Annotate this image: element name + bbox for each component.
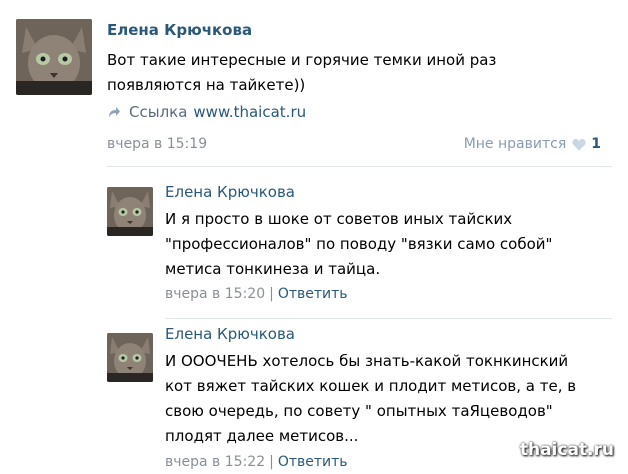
post-text-line: Вот такие интересные и горячие темки ино… bbox=[107, 51, 497, 69]
comment-author-avatar[interactable] bbox=[107, 187, 153, 236]
post-link-attachment[interactable]: Ссылка www.thaicat.ru bbox=[107, 103, 306, 121]
post-date[interactable]: вчера в 15:19 bbox=[107, 136, 207, 152]
reply-button[interactable]: Ответить bbox=[278, 454, 348, 470]
comment-text-line: метиса тонкинеза и тайца. bbox=[165, 260, 381, 278]
meta-separator: | bbox=[269, 454, 274, 470]
divider bbox=[107, 166, 612, 167]
comment-text-line: кот вяжет тайских кошек и плодит метисов… bbox=[165, 377, 577, 395]
comment-author-name[interactable]: Елена Крючкова bbox=[165, 325, 295, 343]
watermark: thaicat.ru bbox=[519, 440, 614, 460]
comment-author-name[interactable]: Елена Крючкова bbox=[165, 183, 295, 201]
heart-icon bbox=[572, 138, 586, 151]
comment-text-line: "профессионалов" по поводу "вязки само с… bbox=[165, 235, 553, 253]
share-arrow-icon bbox=[107, 105, 121, 119]
like-count: 1 bbox=[591, 136, 601, 152]
cat-avatar-image bbox=[107, 333, 153, 382]
comment-meta: вчера в 15:20 | Ответить bbox=[165, 286, 348, 302]
comment-text-line: И ОООЧЕНЬ хотелось бы знать-какой токнки… bbox=[165, 352, 569, 370]
comment-text-line: И я просто в шоке от советов иных тайски… bbox=[165, 210, 513, 228]
comment-text-line: свою очередь, по совету " опытных таЯцев… bbox=[165, 402, 553, 420]
link-url[interactable]: www.thaicat.ru bbox=[193, 103, 306, 121]
comment-date[interactable]: вчера в 15:22 bbox=[165, 454, 265, 470]
comment-text: И ОООЧЕНЬ хотелось бы знать-какой токнки… bbox=[165, 349, 576, 449]
cat-avatar-image bbox=[107, 187, 153, 236]
comment-text: И я просто в шоке от советов иных тайски… bbox=[165, 207, 552, 282]
post-author-name[interactable]: Елена Крючкова bbox=[107, 21, 252, 39]
post-text: Вот такие интересные и горячие темки ино… bbox=[107, 48, 496, 98]
comment-text-line: плодят далее метисов... bbox=[165, 427, 359, 445]
post-author-avatar[interactable] bbox=[16, 19, 92, 95]
link-label: Ссылка bbox=[129, 103, 188, 121]
comment-meta: вчера в 15:22 | Ответить bbox=[165, 454, 348, 470]
like-label: Мне нравится bbox=[463, 136, 567, 152]
cat-avatar-image bbox=[16, 19, 92, 95]
comment-author-avatar[interactable] bbox=[107, 333, 153, 382]
divider bbox=[165, 318, 612, 319]
reply-button[interactable]: Ответить bbox=[278, 286, 348, 302]
comment-date[interactable]: вчера в 15:20 bbox=[165, 286, 265, 302]
meta-separator: | bbox=[269, 286, 274, 302]
like-button[interactable]: Мне нравится 1 bbox=[464, 136, 601, 152]
post-text-line: появляются на тайкете)) bbox=[107, 76, 306, 94]
